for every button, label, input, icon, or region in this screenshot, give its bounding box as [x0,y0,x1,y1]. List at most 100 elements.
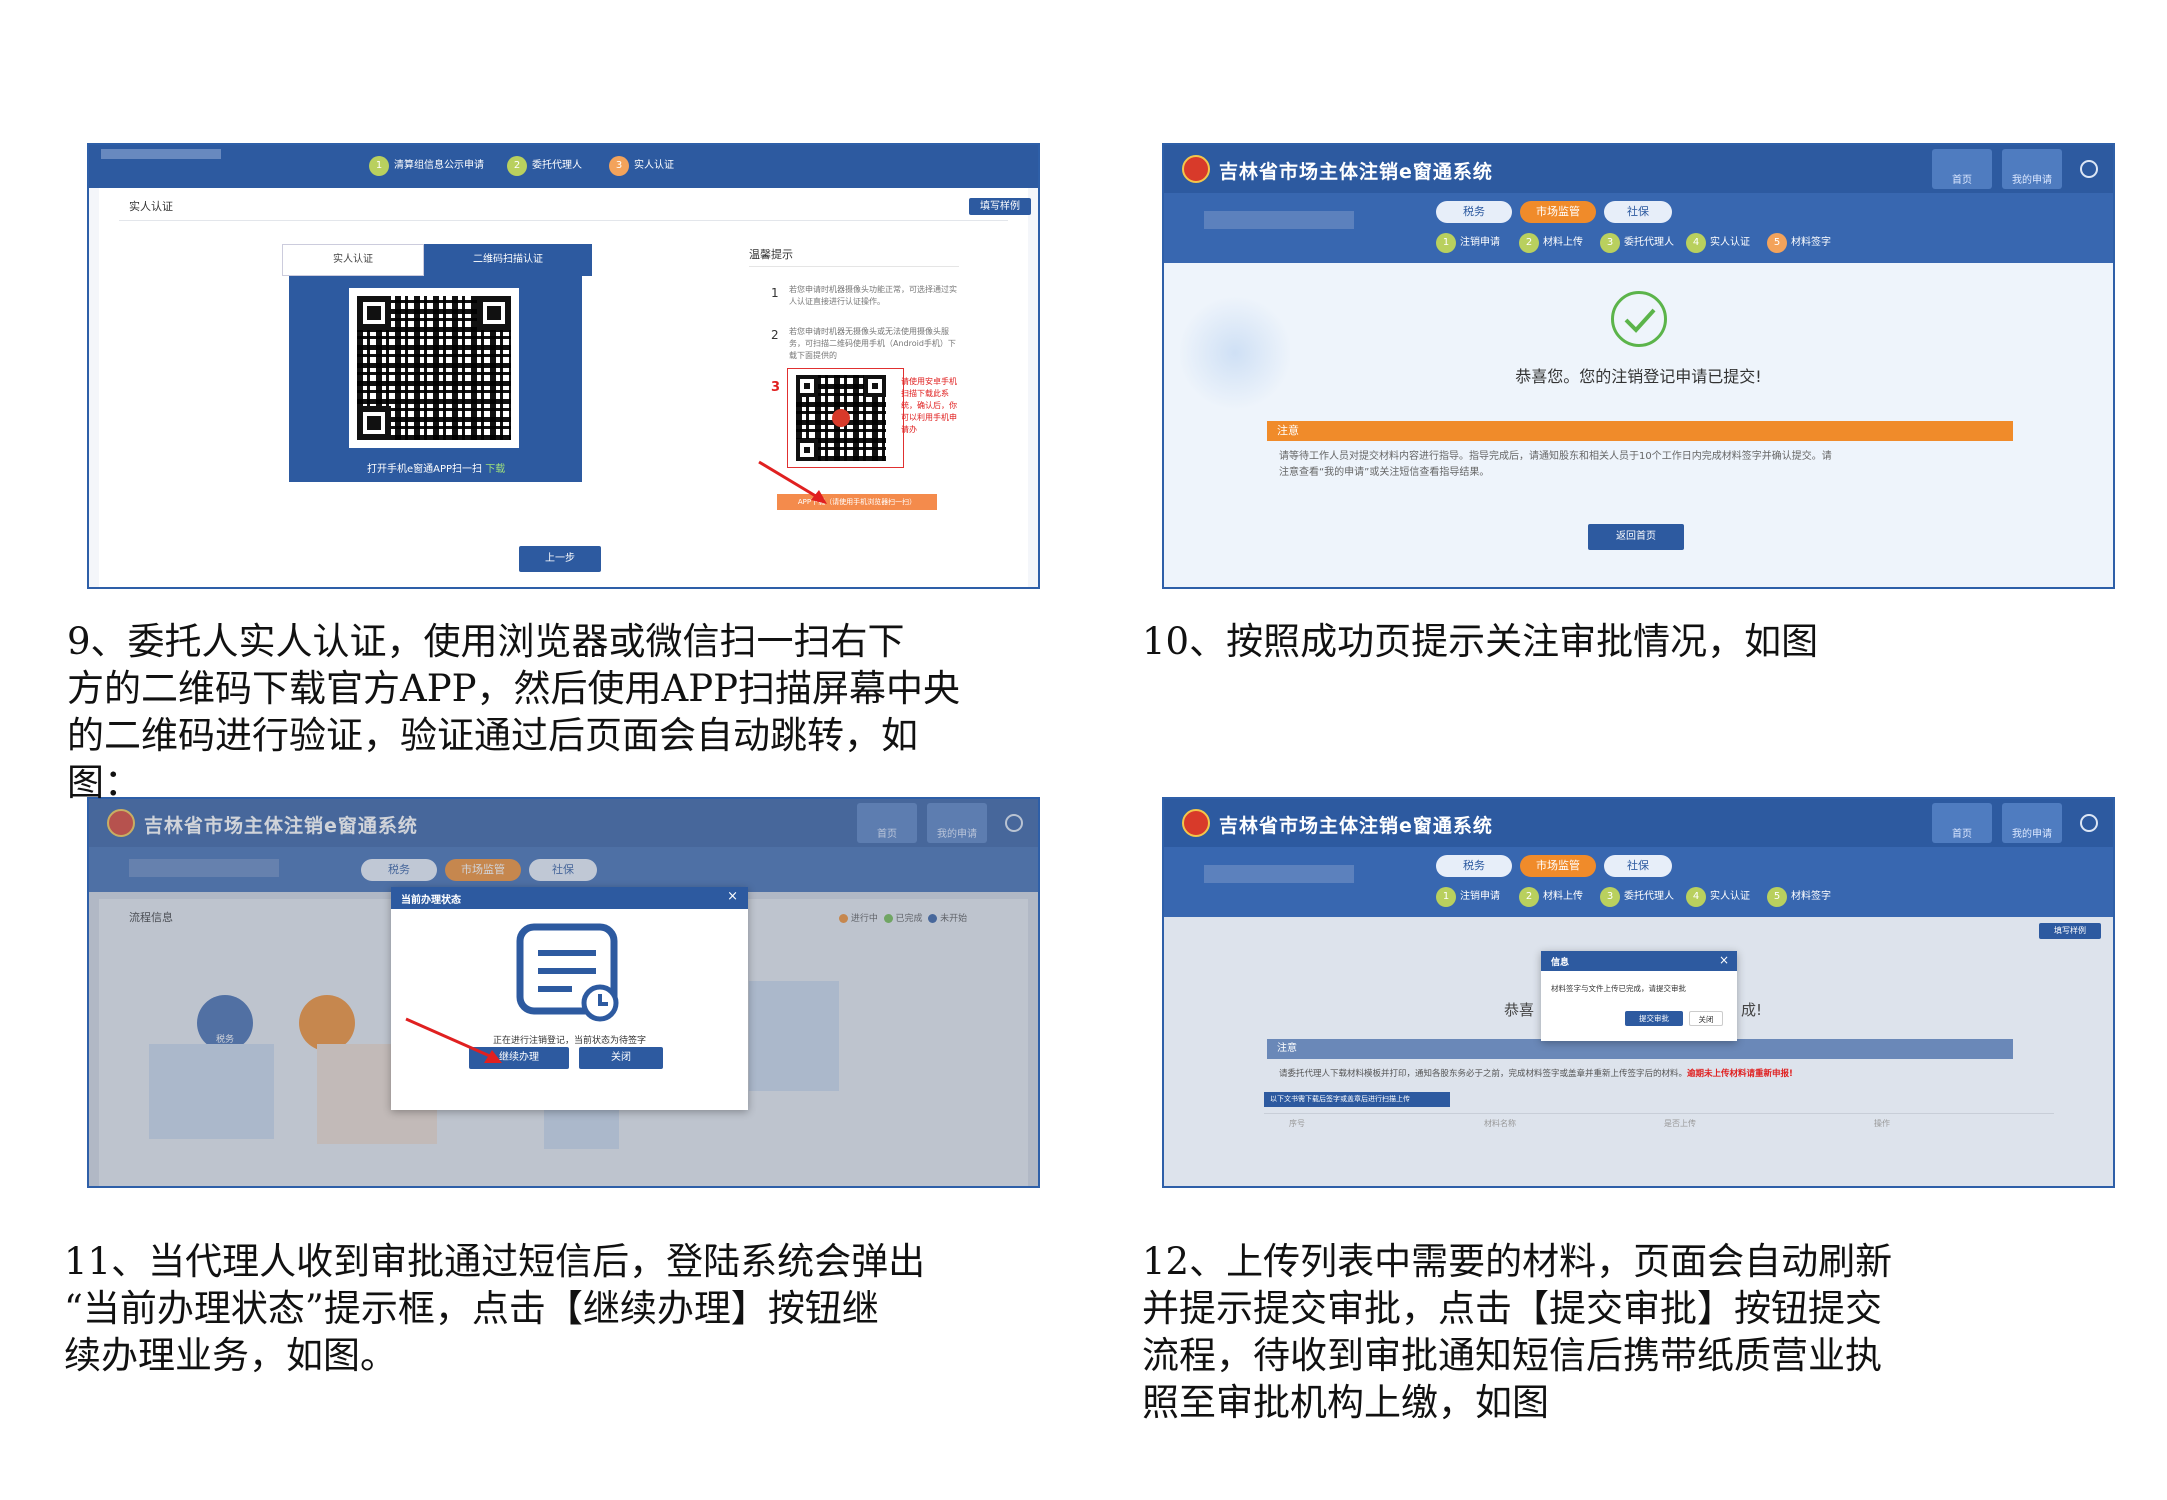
my-apply-label: 我的申请 [2012,175,2052,186]
tip-2-num: 2 [771,328,779,342]
home-button[interactable]: 首页 [1932,803,1992,843]
status-dialog: 当前办理状态 × 正在进行注销登记，当前状态为待签字 继续办理 关闭 [391,887,748,1110]
screenshot-current-status: 吉林省市场主体注销e窗通系统 首页 我的申请 税务 市场监管 社保 流程信息 进… [87,797,1040,1188]
dialog-header: 信息 × [1541,951,1737,971]
red-arrow-icon [405,1017,502,1063]
materials-table-header: 序号 材料名称 是否上传 操作 [1264,1113,2054,1132]
screenshot-submit-success: 吉林省市场主体注销e窗通系统 首页 我的申请 税务 市场监管 社保 1 注销申请… [1162,143,2115,589]
step-5-label: 材料签字 [1791,237,1831,248]
business-bar: 税务 市场监管 社保 1 注销申请 2 材料上传 3 委托代理人 4 实人认证 … [1164,847,2113,917]
caption-step-11: 11、当代理人收到审批通过短信后，登陆系统会弹出 “当前办理状态”提示框，点击【… [64,1240,926,1377]
tip-2: 若您申请时机器无摄像头或无法使用摄像头服务，可扫描二维码使用手机（Android… [789,327,956,360]
tab-tax[interactable]: 税务 [1436,201,1512,223]
notice-header: 注意 [1267,1039,2013,1059]
dialog-message: 材料签字与文件上传已完成，请提交审批 [1551,984,1686,993]
header-bar: 1 清算组信息公示申请 2 委托代理人 3 实人认证 [89,145,1038,188]
step-1-label: 注销申请 [1460,237,1500,248]
step-1-circle: 1 [1436,233,1456,253]
download-link[interactable]: 下载 [485,464,505,475]
business-bar: 税务 市场监管 社保 1 注销申请 2 材料上传 3 委托代理人 4 实人认证 … [1164,193,2113,263]
step-3-label: 委托代理人 [1624,237,1674,248]
tab-qr-auth[interactable]: 二维码扫描认证 [424,244,592,276]
close-button[interactable]: 关闭 [1689,1011,1723,1026]
close-icon[interactable]: × [727,889,738,904]
congrats-right: 成! [1741,1001,1763,1019]
caption-step-10: 10、按照成功页提示关注审批情况，如图 [1142,620,1819,663]
col-uploaded: 是否上传 [1664,1119,1696,1128]
step-1-circle: 1 [369,156,389,176]
my-apply-label: 我的申请 [2012,829,2052,840]
success-area: 恭喜您。您的注销登记申请已提交! 注意 请等待工作人员对提交材料内容进行指导。指… [1164,263,2113,587]
step-5-circle: 5 [1767,887,1787,907]
content-panel: 实人认证 填写样例 实人认证 二维码扫描认证 打开手机e窗通APP扫一扫 下载 … [99,188,1031,587]
step-4-circle: 4 [1686,233,1706,253]
congrats-left: 恭喜 [1504,1001,1535,1019]
step-2-circle: 2 [1519,233,1539,253]
app-qr-box [787,368,904,468]
system-title: 吉林省市场主体注销e窗通系统 [1219,161,1493,183]
emblem-icon [832,409,850,427]
step-2-label: 材料上传 [1543,237,1583,248]
qr-panel: 打开手机e窗通APP扫一扫 下载 [289,276,582,482]
success-check-icon [1611,291,1667,347]
tab-market[interactable]: 市场监管 [1520,201,1596,223]
dialog-title: 信息 [1551,958,1570,968]
home-button[interactable]: 首页 [1932,149,1992,189]
decor-hex [1180,293,1290,413]
document-status-icon [516,923,619,1022]
tab-real-auth[interactable]: 实人认证 [282,244,424,276]
tab-social[interactable]: 社保 [1604,201,1672,223]
notice-text: 请委托代理人下载材料模板并打印，通知各股东务必于之前，完成材料签字或盖章并重新上… [1279,1067,2019,1081]
power-icon[interactable] [2080,160,2098,178]
home-label: 首页 [1952,175,1972,186]
power-icon[interactable] [2080,814,2098,832]
step-3-circle: 3 [1600,887,1620,907]
step-1-circle: 1 [1436,887,1456,907]
qr-hint: 打开手机e窗通APP扫一扫 下载 [367,460,505,475]
close-button[interactable]: 关闭 [579,1047,663,1069]
national-emblem-icon [1182,809,1210,837]
upload-section-bar: 以下文书需下载后签字或盖章后进行扫描上传 [1264,1092,1450,1107]
col-action: 操作 [1874,1119,1890,1128]
sample-button[interactable]: 填写样例 [969,198,1031,215]
tips-title: 温馨提示 [749,248,793,261]
col-index: 序号 [1289,1119,1305,1128]
step-5-label: 材料签字 [1791,891,1831,902]
tip-3-num: 3 [771,380,781,395]
step-2-circle: 2 [1519,887,1539,907]
system-header: 吉林省市场主体注销e窗通系统 首页 我的申请 [1164,145,2113,193]
section-title: 实人认证 [129,200,173,213]
step-2-circle: 2 [507,156,527,176]
dialog-title: 当前办理状态 [401,895,461,906]
my-apply-button[interactable]: 我的申请 [2002,149,2062,189]
step-4-circle: 4 [1686,887,1706,907]
tab-tax[interactable]: 税务 [1436,855,1512,877]
prev-step-button[interactable]: 上一步 [519,546,601,572]
step-1-label: 注销申请 [1460,891,1500,902]
red-arrow-icon [758,460,827,504]
step-2-label: 材料上传 [1543,891,1583,902]
sample-button[interactable]: 填写样例 [2039,923,2101,939]
app-qr-code [796,375,886,461]
submit-approval-button[interactable]: 提交审批 [1625,1011,1683,1026]
home-label: 首页 [1952,829,1972,840]
notice-warning: 逾期未上传材料请重新申报! [1687,1069,1793,1079]
step-5-circle: 5 [1767,233,1787,253]
screenshot-real-name-auth: 1 清算组信息公示申请 2 委托代理人 3 实人认证 实人认证 填写样例 实人认… [87,143,1040,589]
caption-step-9: 9、委托人实人认证，使用浏览器或微信扫一扫右下 方的二维码下载官方APP，然后使… [67,620,961,804]
national-emblem-icon [1182,155,1210,183]
step-4-label: 实人认证 [1710,891,1750,902]
qr-hint-text: 打开手机e窗通APP扫一扫 [367,464,483,475]
notice-text-2: 注意查看“我的申请”或关注短信查看指导结果。 [1279,467,1490,478]
return-home-button[interactable]: 返回首页 [1588,524,1684,550]
close-icon[interactable]: × [1719,953,1729,967]
divider [119,220,1008,221]
tab-market[interactable]: 市场监管 [1520,855,1596,877]
company-name-blurred [101,149,221,159]
company-info-blurred [1204,865,1354,883]
tab-social[interactable]: 社保 [1604,855,1672,877]
screenshot-submit-approval: 吉林省市场主体注销e窗通系统 首页 我的申请 税务 市场监管 社保 1 注销申请… [1162,797,2115,1188]
info-dialog: 信息 × 材料签字与文件上传已完成，请提交审批 提交审批 关闭 [1541,951,1737,1041]
step-1-label: 清算组信息公示申请 [394,160,484,171]
my-apply-button[interactable]: 我的申请 [2002,803,2062,843]
